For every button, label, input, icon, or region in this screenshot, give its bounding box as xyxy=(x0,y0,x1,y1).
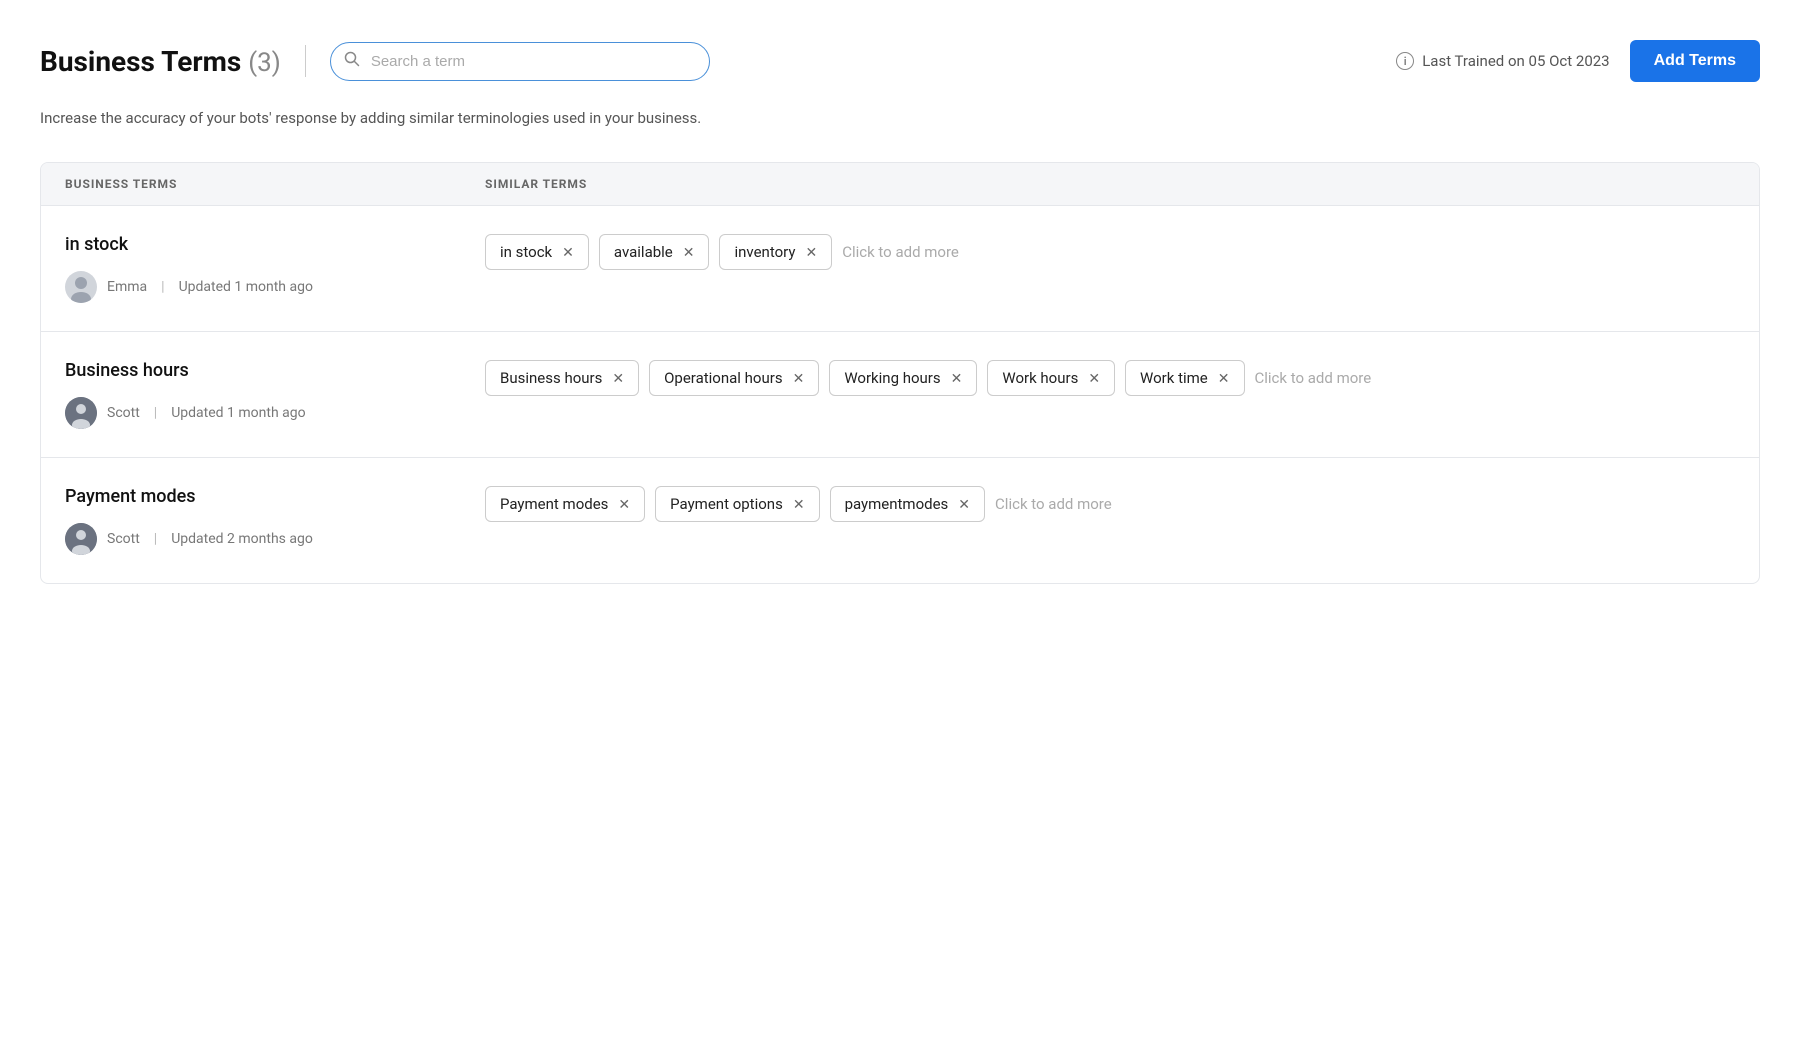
user-name-scott-2: Scott xyxy=(107,531,140,547)
similar-col-business-hours: Business hours ✕ Operational hours ✕ Wor… xyxy=(485,360,1735,396)
tag-operational-hours: Operational hours ✕ xyxy=(649,360,819,396)
tag-close-paymentmodes[interactable]: ✕ xyxy=(958,497,970,511)
tag-close-available[interactable]: ✕ xyxy=(683,245,695,259)
term-count: (3) xyxy=(248,48,281,78)
term-name-in-stock: in stock xyxy=(65,234,485,255)
search-input[interactable] xyxy=(330,42,710,81)
tag-close-work-time[interactable]: ✕ xyxy=(1218,371,1230,385)
avatar-emma xyxy=(65,271,97,303)
user-info-emma: Emma | Updated 1 month ago xyxy=(65,271,485,303)
tag-working-hours: Working hours ✕ xyxy=(829,360,977,396)
col-similar-terms: SIMILAR TERMS xyxy=(485,177,1735,191)
tag-label: paymentmodes xyxy=(845,495,949,513)
tag-close-in-stock[interactable]: ✕ xyxy=(562,245,574,259)
user-name-scott-1: Scott xyxy=(107,405,140,421)
tag-work-time: Work time ✕ xyxy=(1125,360,1244,396)
term-name-business-hours: Business hours xyxy=(65,360,485,381)
table-row: Business hours Scott | Updated 1 month a… xyxy=(41,332,1759,458)
header-divider xyxy=(305,45,306,77)
updated-scott-2: Updated 2 months ago xyxy=(171,531,313,547)
title-text: Business Terms xyxy=(40,45,241,78)
table-row: Payment modes Scott | Updated 2 months a… xyxy=(41,458,1759,583)
search-icon xyxy=(344,51,360,71)
subtitle: Increase the accuracy of your bots' resp… xyxy=(40,106,740,130)
tag-close-payment-options[interactable]: ✕ xyxy=(793,497,805,511)
avatar-scott-1 xyxy=(65,397,97,429)
trained-label: Last Trained on 05 Oct 2023 xyxy=(1422,52,1609,70)
tag-inventory: inventory ✕ xyxy=(719,234,832,270)
updated-emma: Updated 1 month ago xyxy=(179,279,313,295)
tag-close-business-hours[interactable]: ✕ xyxy=(612,371,624,385)
term-name-payment-modes: Payment modes xyxy=(65,486,485,507)
table-row: in stock Emma | Updated 1 month ago in s… xyxy=(41,206,1759,332)
table-header: BUSINESS TERMS SIMILAR TERMS xyxy=(41,163,1759,206)
tag-close-inventory[interactable]: ✕ xyxy=(805,245,817,259)
tag-label: in stock xyxy=(500,243,552,261)
term-col-payment-modes: Payment modes Scott | Updated 2 months a… xyxy=(65,486,485,555)
page-container: Business Terms (3) i Last Trained on 05 … xyxy=(0,0,1800,624)
tag-label: Payment options xyxy=(670,495,783,513)
tag-work-hours: Work hours ✕ xyxy=(987,360,1115,396)
user-name-emma: Emma xyxy=(107,279,147,295)
tag-payment-options: Payment options ✕ xyxy=(655,486,819,522)
separator: | xyxy=(161,279,164,295)
separator: | xyxy=(154,405,157,421)
terms-table: BUSINESS TERMS SIMILAR TERMS in stock Em… xyxy=(40,162,1760,584)
col-business-terms: BUSINESS TERMS xyxy=(65,177,485,191)
tag-label: Work hours xyxy=(1002,369,1078,387)
tag-label: Business hours xyxy=(500,369,602,387)
tag-close-operational-hours[interactable]: ✕ xyxy=(793,371,805,385)
add-terms-button[interactable]: Add Terms xyxy=(1630,40,1760,82)
tag-label: inventory xyxy=(734,243,795,261)
click-to-add-payment-modes[interactable]: Click to add more xyxy=(995,495,1112,513)
click-to-add-business-hours[interactable]: Click to add more xyxy=(1255,369,1372,387)
separator: | xyxy=(154,531,157,547)
updated-scott-1: Updated 1 month ago xyxy=(171,405,305,421)
tag-close-payment-modes[interactable]: ✕ xyxy=(618,497,630,511)
tag-close-working-hours[interactable]: ✕ xyxy=(951,371,963,385)
tag-label: Work time xyxy=(1140,369,1208,387)
click-to-add-in-stock[interactable]: Click to add more xyxy=(842,243,959,261)
tag-paymentmodes: paymentmodes ✕ xyxy=(830,486,985,522)
tag-label: available xyxy=(614,243,673,261)
header-row: Business Terms (3) i Last Trained on 05 … xyxy=(40,40,1760,82)
tag-label: Payment modes xyxy=(500,495,608,513)
tag-business-hours: Business hours ✕ xyxy=(485,360,639,396)
search-container xyxy=(330,42,710,81)
tag-available: available ✕ xyxy=(599,234,710,270)
avatar-scott-2 xyxy=(65,523,97,555)
tag-payment-modes: Payment modes ✕ xyxy=(485,486,645,522)
term-col-in-stock: in stock Emma | Updated 1 month ago xyxy=(65,234,485,303)
similar-col-in-stock: in stock ✕ available ✕ inventory ✕ Click… xyxy=(485,234,1735,270)
tag-close-work-hours[interactable]: ✕ xyxy=(1088,371,1100,385)
term-col-business-hours: Business hours Scott | Updated 1 month a… xyxy=(65,360,485,429)
user-info-scott-1: Scott | Updated 1 month ago xyxy=(65,397,485,429)
tag-in-stock: in stock ✕ xyxy=(485,234,589,270)
user-info-scott-2: Scott | Updated 2 months ago xyxy=(65,523,485,555)
trained-info: i Last Trained on 05 Oct 2023 xyxy=(1396,52,1609,70)
tag-label: Operational hours xyxy=(664,369,782,387)
page-title: Business Terms (3) xyxy=(40,45,281,78)
info-icon: i xyxy=(1396,52,1414,70)
tag-label: Working hours xyxy=(844,369,940,387)
similar-col-payment-modes: Payment modes ✕ Payment options ✕ paymen… xyxy=(485,486,1735,522)
